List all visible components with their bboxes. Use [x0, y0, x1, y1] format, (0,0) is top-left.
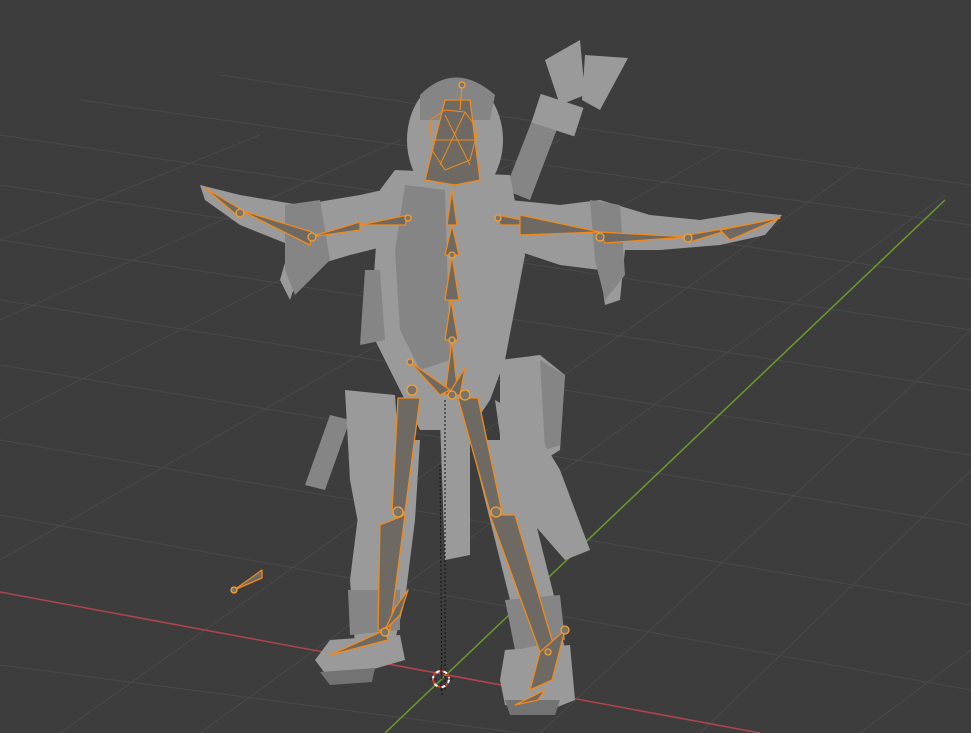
grid-line	[0, 664, 521, 733]
grid-line	[539, 329, 971, 733]
grid-line	[0, 514, 971, 691]
character-mesh[interactable]	[200, 40, 782, 715]
viewport-canvas[interactable]	[0, 0, 971, 733]
3d-viewport[interactable]	[0, 0, 971, 733]
grid-line	[859, 649, 971, 733]
grid-line	[0, 134, 261, 241]
grid-line	[699, 469, 971, 733]
